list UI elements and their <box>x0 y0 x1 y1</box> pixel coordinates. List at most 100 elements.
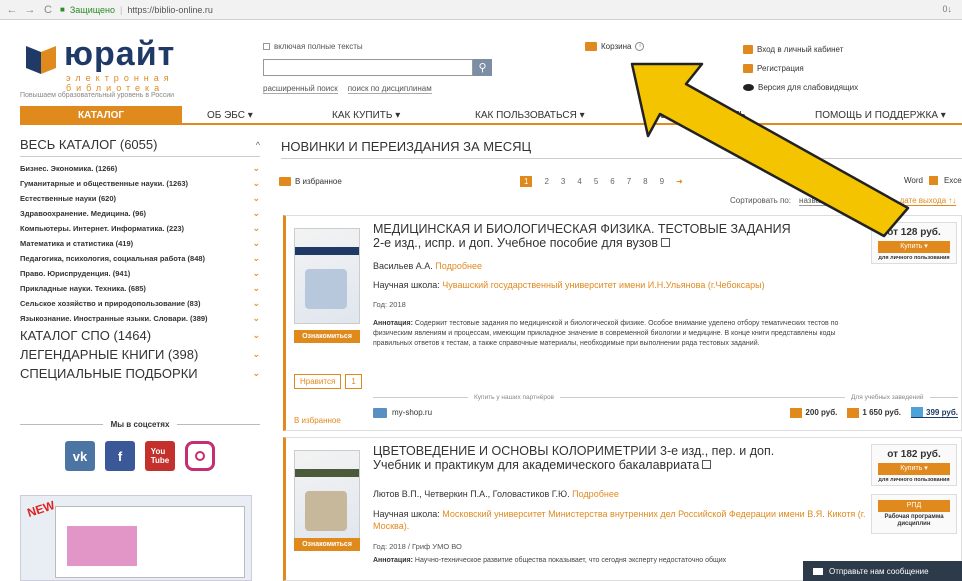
chevron-down-icon[interactable]: ⌄ <box>252 223 260 234</box>
details-link[interactable]: Подробнее <box>572 489 619 499</box>
export-word[interactable]: Word <box>904 176 923 185</box>
school-link[interactable]: Московский университет Министерства внут… <box>373 509 866 531</box>
fulltext-checkbox-row[interactable]: включая полные тексты <box>263 42 503 51</box>
nav-item-about[interactable]: ОБ ЭБС ▾ <box>207 110 253 121</box>
main-nav: КАТАЛОГ ОБ ЭБС ▾ КАК КУПИТЬ ▾ КАК ПОЛЬЗО… <box>20 106 962 125</box>
sidebar-category[interactable]: Здравоохранение. Медицина. (96) ⌄ <box>20 206 260 221</box>
book-title[interactable]: МЕДИЦИНСКАЯ И БИОЛОГИЧЕСКАЯ ФИЗИКА. ТЕСТ… <box>373 222 803 250</box>
page-link[interactable]: 3 <box>561 177 565 186</box>
copy-icon[interactable] <box>660 238 670 247</box>
partner-price[interactable]: 399 руб. <box>911 407 958 418</box>
preview-button[interactable]: Ознакомиться <box>294 330 360 343</box>
search-input[interactable] <box>263 59 473 76</box>
fulltext-checkbox[interactable] <box>263 43 270 50</box>
shop-link[interactable]: my-shop.ru <box>392 408 432 417</box>
like-button[interactable]: Нравится <box>294 374 342 389</box>
discipline-search-link[interactable]: поиск по дисциплинам <box>347 84 432 94</box>
chevron-down-icon[interactable]: ⌄ <box>252 253 260 264</box>
chevron-down-icon[interactable]: ⌄ <box>252 368 260 379</box>
sidebar-category[interactable]: Языкознание. Иностранные языки. Словари.… <box>20 311 260 326</box>
chevron-down-icon[interactable]: ⌄ <box>252 313 260 324</box>
advanced-search-link[interactable]: расширенный поиск <box>263 84 338 94</box>
sort-author[interactable]: автору <box>842 196 868 206</box>
sidebar-category[interactable]: Прикладные науки. Техника. (685) ⌄ <box>20 281 260 296</box>
nav-item-how-buy[interactable]: КАК КУПИТЬ ▾ <box>332 110 400 121</box>
low-vision-link[interactable]: Версия для слабовидящих <box>743 78 858 97</box>
sidebar-category[interactable]: Бизнес. Экономика. (1266) ⌄ <box>20 161 260 176</box>
page-link[interactable]: 6 <box>610 177 614 186</box>
back-icon[interactable]: ← <box>6 4 18 16</box>
book-cover[interactable] <box>294 450 360 546</box>
page-link[interactable]: 5 <box>594 177 598 186</box>
page-link[interactable]: 8 <box>643 177 647 186</box>
chevron-down-icon[interactable]: ⌄ <box>252 330 260 341</box>
chevron-down-icon[interactable]: ⌄ <box>252 163 260 174</box>
search-button[interactable]: ⚲ <box>473 59 492 76</box>
next-page-icon[interactable]: ➜ <box>676 177 683 186</box>
details-link[interactable]: Подробнее <box>435 261 482 271</box>
login-link[interactable]: Вход в личный кабинет <box>743 40 858 59</box>
sidebar-section[interactable]: ЛЕГЕНДАРНЫЕ КНИГИ (398) ⌄ <box>20 345 260 364</box>
nav-catalog[interactable]: КАТАЛОГ <box>20 106 182 124</box>
instagram-icon[interactable] <box>185 441 215 471</box>
register-link[interactable]: Регистрация <box>743 59 858 78</box>
page-link[interactable]: 4 <box>577 177 581 186</box>
buy-box: от 182 руб. Купить ▾ для личного пользов… <box>871 444 957 486</box>
info-icon[interactable]: i <box>635 42 645 51</box>
sort-year[interactable]: году <box>875 196 892 206</box>
partner-price[interactable]: 200 руб. <box>790 407 837 418</box>
sidebar-section[interactable]: КАТАЛОГ СПО (1464) ⌄ <box>20 326 260 345</box>
catalog-title[interactable]: ВЕСЬ КАТАЛОГ (6055) ^ <box>20 137 260 157</box>
youtube-icon[interactable]: You Tube <box>145 441 175 471</box>
rpd-button[interactable]: РПД <box>878 500 950 512</box>
sort-title[interactable]: названию <box>799 196 835 206</box>
sidebar-category[interactable]: Компьютеры. Интернет. Информатика. (223)… <box>20 221 260 236</box>
sidebar-category[interactable]: Сельское хозяйство и природопользование … <box>20 296 260 311</box>
export-excel[interactable]: Exce <box>944 176 962 185</box>
feedback-widget[interactable]: Отправьте нам сообщение <box>803 561 962 581</box>
chevron-up-icon[interactable]: ^ <box>256 140 260 150</box>
school-link[interactable]: Чувашский государственный университет им… <box>442 280 764 290</box>
sort-date[interactable]: дате выхода ↑↓ <box>899 196 957 206</box>
sidebar-section[interactable]: СПЕЦИАЛЬНЫЕ ПОДБОРКИ ⌄ <box>20 364 260 383</box>
buy-button[interactable]: Купить ▾ <box>878 463 950 475</box>
chevron-down-icon[interactable]: ⌄ <box>252 208 260 219</box>
sidebar-category[interactable]: Естественные науки (620) ⌄ <box>20 191 260 206</box>
sidebar-category[interactable]: Гуманитарные и общественные науки. (1263… <box>20 176 260 191</box>
sidebar-category[interactable]: Право. Юриспруденция. (941) ⌄ <box>20 266 260 281</box>
facebook-icon[interactable]: f <box>105 441 135 471</box>
page-link[interactable]: 9 <box>660 177 664 186</box>
page-link[interactable]: 2 <box>544 177 548 186</box>
chevron-down-icon[interactable]: ⌄ <box>252 193 260 204</box>
book-title[interactable]: ЦВЕТОВЕДЕНИЕ И ОСНОВЫ КОЛОРИМЕТРИИ 3-е и… <box>373 444 803 472</box>
forward-icon[interactable]: → <box>24 4 36 16</box>
page-link[interactable]: 1 <box>520 176 533 187</box>
page-link[interactable]: 7 <box>627 177 631 186</box>
sidebar-category[interactable]: Педагогика, психология, социальная работ… <box>20 251 260 266</box>
nav-item-hidden[interactable]: ЗАДЕЙСТВОВАТЬ <box>660 110 746 121</box>
book-cover[interactable] <box>294 228 360 324</box>
site-logo[interactable]: юрайт электронная библиотека Повышаем об… <box>20 36 240 99</box>
extension-icon[interactable]: 0↓ <box>942 4 952 14</box>
partner-price[interactable]: 1 650 руб. <box>847 407 901 418</box>
add-all-favorites[interactable]: В избранное <box>279 177 342 186</box>
reload-icon[interactable]: C <box>42 4 54 16</box>
chevron-down-icon[interactable]: ⌄ <box>252 298 260 309</box>
buy-button[interactable]: Купить ▾ <box>878 241 950 253</box>
chevron-down-icon[interactable]: ⌄ <box>252 178 260 189</box>
chevron-down-icon[interactable]: ⌄ <box>252 268 260 279</box>
add-favorite-link[interactable]: В избранное <box>294 416 341 425</box>
like-count: 1 <box>345 374 362 389</box>
copy-icon[interactable] <box>702 460 712 469</box>
cart-link[interactable]: Корзина i <box>585 42 645 51</box>
promo-banner[interactable]: NEW <box>20 495 252 581</box>
address-bar[interactable]: ■ Защищено | https://biblio-online.ru <box>60 5 213 15</box>
nav-item-how-use[interactable]: КАК ПОЛЬЗОВАТЬСЯ ▾ <box>475 110 585 121</box>
preview-button[interactable]: Ознакомиться <box>294 538 360 551</box>
chevron-down-icon[interactable]: ⌄ <box>252 238 260 249</box>
sidebar-category[interactable]: Математика и статистика (419) ⌄ <box>20 236 260 251</box>
nav-item-help[interactable]: ПОМОЩЬ И ПОДДЕРЖКА ▾ <box>815 110 946 121</box>
chevron-down-icon[interactable]: ⌄ <box>252 283 260 294</box>
chevron-down-icon[interactable]: ⌄ <box>252 349 260 360</box>
vk-icon[interactable]: vk <box>65 441 95 471</box>
